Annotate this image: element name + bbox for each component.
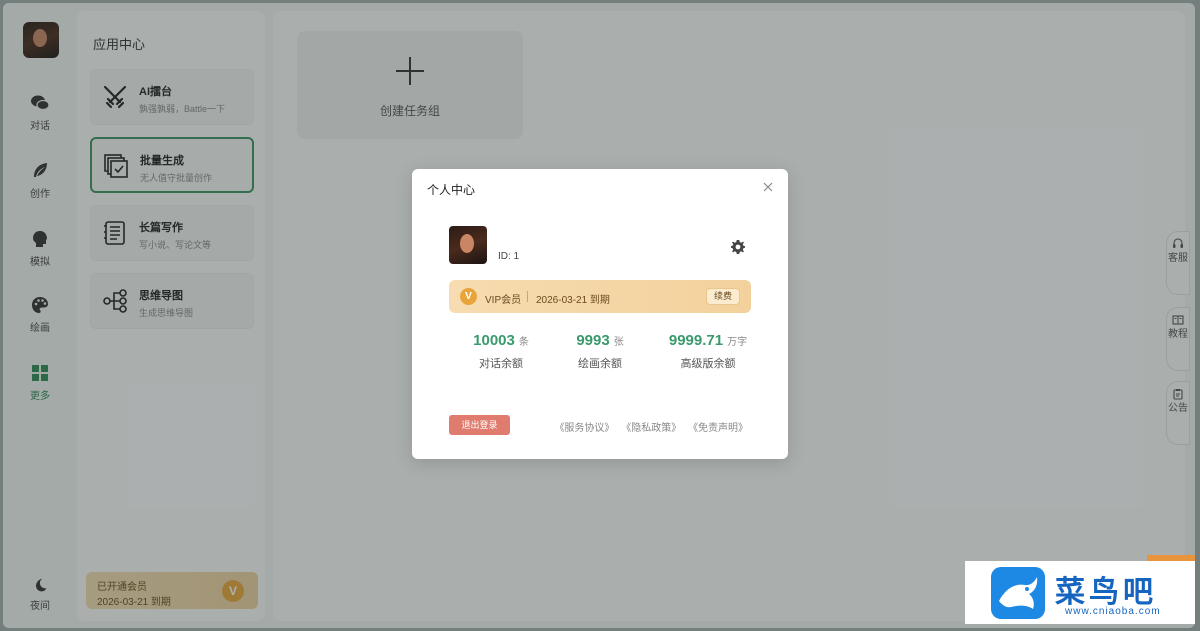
- stat-value: 9993: [576, 332, 610, 349]
- gear-icon[interactable]: [730, 239, 746, 255]
- divider: [527, 291, 528, 302]
- stat-value: 9999.71: [668, 332, 724, 349]
- modal-title: 个人中心: [427, 183, 476, 197]
- vip-level: VIP会员: [485, 295, 522, 306]
- service-agreement-link[interactable]: 《服务协议》: [554, 423, 614, 434]
- stat-label: 绘画余额: [578, 358, 622, 370]
- vip-expiry: 2026-03-21 到期: [536, 295, 610, 306]
- stat-paint-balance: 9993 张 绘画余额: [545, 332, 655, 371]
- watermark-url: www.cniaoba.com: [1065, 606, 1161, 617]
- stat-label: 对话余额: [479, 358, 523, 370]
- stat-advanced-balance: 9999.71 万字 高级版余额: [653, 332, 763, 371]
- privacy-policy-link[interactable]: 《隐私政策》: [621, 423, 681, 434]
- stat-value: 10003: [473, 332, 515, 349]
- disclaimer-link[interactable]: 《免责声明》: [688, 423, 748, 434]
- user-id: ID: 1: [498, 251, 520, 262]
- personal-center-modal: 个人中心 ID: 1 V VIP会员 2026-03-21 到期 续费 1000…: [412, 169, 788, 459]
- logout-button[interactable]: 退出登录: [449, 415, 510, 435]
- vip-badge-icon: V: [460, 288, 477, 305]
- watermark-logo: [991, 567, 1045, 619]
- close-icon[interactable]: [762, 181, 774, 193]
- stat-label: 高级版余额: [680, 358, 736, 370]
- watermark: 菜鸟吧 www.cniaoba.com: [965, 561, 1195, 624]
- stat-unit: 万字: [727, 337, 748, 348]
- legal-links: 《服务协议》 《隐私政策》 《免责声明》: [550, 419, 748, 434]
- bird-icon: [999, 577, 1038, 609]
- stat-unit: 张: [613, 337, 624, 348]
- vip-status-bar: V VIP会员 2026-03-21 到期 续费: [449, 280, 751, 313]
- avatar[interactable]: [449, 226, 487, 264]
- watermark-title: 菜鸟吧: [1055, 575, 1157, 610]
- stat-unit: 条: [518, 337, 529, 348]
- renew-button[interactable]: 续费: [706, 288, 740, 305]
- stat-chat-balance: 10003 条 对话余额: [446, 332, 556, 371]
